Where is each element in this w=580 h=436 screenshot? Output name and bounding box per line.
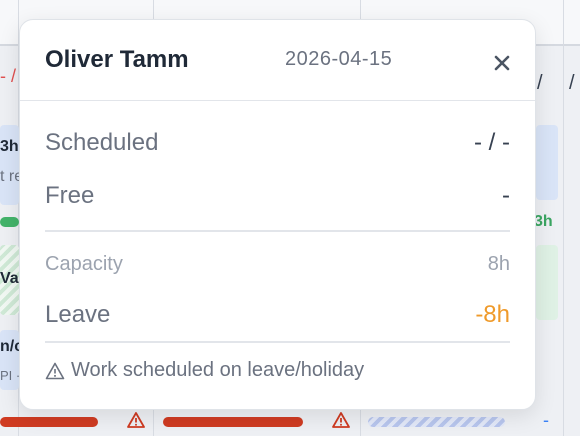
close-icon[interactable] xyxy=(490,50,514,74)
warning-text: Work scheduled on leave/holiday xyxy=(71,359,365,381)
capacity-bar xyxy=(0,217,19,227)
warning-icon xyxy=(332,412,350,428)
scheduled-value: - / - xyxy=(474,129,510,156)
leave-bar xyxy=(368,417,505,427)
warning-icon xyxy=(45,362,65,379)
cell-label: Va xyxy=(0,270,19,287)
empty-marker: - xyxy=(543,410,549,430)
warning-icon xyxy=(127,412,145,428)
schedule-cell[interactable] xyxy=(536,245,558,320)
cell-task: PI · xyxy=(0,368,21,383)
free-value: - xyxy=(502,182,510,209)
leave-value: -8h xyxy=(475,301,510,328)
schedule-cell[interactable] xyxy=(536,125,558,200)
person-name: Oliver Tamm xyxy=(45,46,189,73)
header-slash: / xyxy=(569,72,575,94)
cell-hours: 3h xyxy=(534,213,553,230)
capacity-value: 8h xyxy=(487,253,510,275)
grid-column-divider xyxy=(563,0,564,436)
capacity-label: Capacity xyxy=(45,253,123,275)
divider xyxy=(45,230,510,232)
header-slash: / xyxy=(537,72,543,94)
scheduled-label: Scheduled xyxy=(45,129,159,156)
red-marker: - / xyxy=(0,66,16,86)
cell-hours: 3h xyxy=(0,138,19,155)
divider xyxy=(45,341,510,343)
leave-label: Leave xyxy=(45,301,111,328)
overload-bar xyxy=(163,417,303,427)
popover-date: 2026-04-15 xyxy=(285,48,393,70)
day-details-popover: Oliver Tamm 2026-04-15 Scheduled - / - F… xyxy=(19,19,536,410)
overload-bar xyxy=(0,417,98,427)
schedule-cell[interactable] xyxy=(0,125,19,205)
popover-header: Oliver Tamm 2026-04-15 xyxy=(20,20,535,101)
free-label: Free xyxy=(45,182,95,209)
leave-warning: Work scheduled on leave/holiday xyxy=(45,359,364,382)
